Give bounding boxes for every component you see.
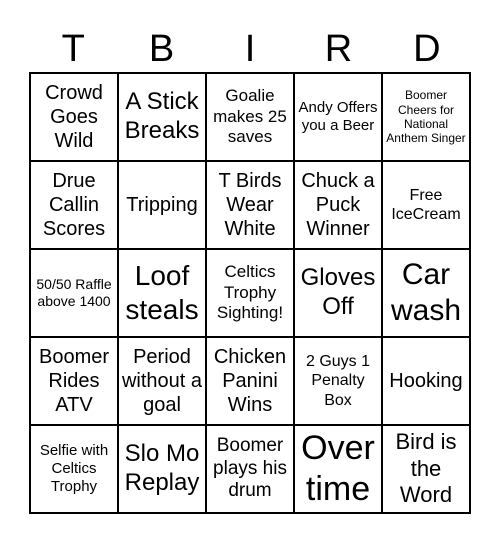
bingo-cell[interactable]: 50/50 Raffle above 1400: [30, 249, 118, 337]
bingo-grid: Crowd Goes Wild A Stick Breaks Goalie ma…: [29, 72, 471, 514]
bingo-cell[interactable]: Goalie makes 25 saves: [206, 73, 294, 161]
bingo-cell[interactable]: Car wash: [382, 249, 470, 337]
bingo-cell[interactable]: Drue Callin Scores: [30, 161, 118, 249]
bingo-cell[interactable]: Selfie with Celtics Trophy: [30, 425, 118, 513]
bingo-cell[interactable]: Period without a goal: [118, 337, 206, 425]
bingo-cell[interactable]: Slo Mo Replay: [118, 425, 206, 513]
bingo-cell[interactable]: T Birds Wear White: [206, 161, 294, 249]
bingo-cell[interactable]: Boomer Cheers for National Anthem Singer: [382, 73, 470, 161]
bingo-cell[interactable]: A Stick Breaks: [118, 73, 206, 161]
bingo-cell[interactable]: Over time: [294, 425, 382, 513]
bingo-cell[interactable]: Chuck a Puck Winner: [294, 161, 382, 249]
bingo-cell[interactable]: Chicken Panini Wins: [206, 337, 294, 425]
bingo-cell[interactable]: Loof steals: [118, 249, 206, 337]
bingo-cell[interactable]: Celtics Trophy Sighting!: [206, 249, 294, 337]
header-letter: T: [61, 28, 85, 70]
bingo-cell[interactable]: Hooking: [382, 337, 470, 425]
bingo-cell[interactable]: 2 Guys 1 Penalty Box: [294, 337, 382, 425]
bingo-cell[interactable]: Boomer Rides ATV: [30, 337, 118, 425]
bingo-cell[interactable]: Boomer plays his drum: [206, 425, 294, 513]
bingo-header: T B I R D: [29, 26, 471, 72]
header-letter: B: [148, 28, 175, 70]
bingo-cell[interactable]: Andy Offers you a Beer: [294, 73, 382, 161]
bingo-cell[interactable]: Bird is the Word: [382, 425, 470, 513]
bingo-cell[interactable]: Tripping: [118, 161, 206, 249]
header-letter: R: [324, 28, 353, 70]
bingo-cell[interactable]: Gloves Off: [294, 249, 382, 337]
bingo-cell[interactable]: Crowd Goes Wild: [30, 73, 118, 161]
bingo-cell[interactable]: Free IceCream: [382, 161, 470, 249]
header-letter: I: [244, 28, 256, 70]
header-letter: D: [413, 28, 441, 70]
